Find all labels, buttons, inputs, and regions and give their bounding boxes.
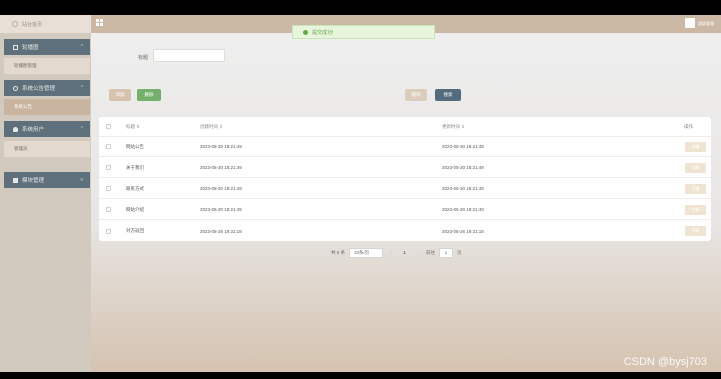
next-page-button[interactable]: › (413, 248, 422, 258)
home-link[interactable]: 站台首页 (0, 15, 91, 33)
chevron-up-icon: ^ (80, 44, 83, 50)
cell-updated: 2023-05-30 18:21:49 (442, 144, 484, 149)
add-button[interactable]: 添加 (109, 89, 131, 101)
row-checkbox[interactable] (106, 186, 111, 191)
cell-title: 网站公告 (126, 143, 144, 149)
cell-updated: 2023-05-30 18:21:49 (442, 165, 484, 170)
cell-title: 网站介绍 (126, 206, 144, 212)
detail-button[interactable]: 详情 (685, 226, 706, 236)
goto-page-input[interactable]: 1 (439, 247, 454, 258)
menu-toggle-icon[interactable] (96, 19, 103, 26)
batch-delete-button[interactable]: 删除 (405, 89, 427, 101)
cell-title: 联系方式 (126, 185, 144, 191)
table-row: 关于我们 2023-05-30 18:21:49 2023-05-30 18:2… (99, 158, 711, 178)
cell-created: 2023-05-30 18:21:49 (200, 165, 242, 170)
page-size-select[interactable]: 10条/页 (349, 247, 384, 258)
data-table: 标题 ⇕ 创建时间 ⇕ 更新时间 ⇕ 操作 网站公告 2023-05-30 18… (99, 117, 711, 241)
page-number-current[interactable]: 1 (400, 248, 409, 258)
chevron-up-icon: ^ (80, 126, 83, 132)
select-all-checkbox[interactable] (106, 124, 111, 129)
pagination: 共 5 条 10条/页 ‹ 1 › 前往 1 页 (331, 247, 462, 258)
table-row: 网站公告 2023-05-30 18:21:49 2023-05-30 18:2… (99, 137, 711, 157)
cell-updated: 2023-05-30 18:21:49 (442, 186, 484, 191)
sidebar-menu-notice-manage[interactable]: 系统公告管理 ^ (4, 80, 90, 96)
sidebar-menu-label: 系统用户 (22, 127, 45, 133)
row-checkbox[interactable] (106, 207, 111, 212)
sidebar-menu-label: 系统公告管理 (22, 86, 56, 92)
sidebar-menu-modules[interactable]: 模块管理 v (4, 172, 90, 188)
sidebar: 轮播图 ^ 轮播图管理 系统公告管理 ^ 系统公告 系统用户 ^ 管理员 模块管… (0, 33, 91, 372)
pagination-total: 共 5 条 (331, 249, 346, 255)
cell-title: 关于我们 (126, 164, 144, 170)
row-checkbox[interactable] (106, 165, 111, 170)
cell-updated: 2023-05-26 19:31:18 (442, 228, 484, 234)
sidebar-menu-users[interactable]: 系统用户 ^ (4, 121, 90, 137)
image-icon (13, 44, 18, 50)
cell-created: 2023-05-30 18:21:49 (200, 144, 242, 149)
watermark: CSDN @bysj703 (623, 356, 707, 368)
chevron-up-icon: ^ (80, 85, 83, 91)
toast-message: 提交成功! (312, 29, 334, 36)
search-label: 标题 (138, 55, 149, 61)
sidebar-menu-label: 模块管理 (22, 178, 45, 184)
user-icon (13, 126, 18, 132)
detail-button[interactable]: 详情 (685, 141, 706, 152)
cell-created: 2023-05-30 18:21:49 (200, 186, 242, 191)
table-row: 联系方式 2023-05-30 18:21:49 2023-05-30 18:2… (99, 179, 711, 199)
sidebar-menu-carousel[interactable]: 轮播图 ^ (4, 39, 90, 55)
username[interactable]: 超级管理 (698, 21, 714, 27)
detail-button[interactable]: 详情 (685, 162, 706, 173)
sidebar-item-notice[interactable]: 系统公告 (4, 99, 90, 115)
success-toast: 提交成功! (292, 25, 435, 39)
delete-button[interactable]: 删除 (137, 89, 161, 101)
sidebar-item-label: 管理员 (14, 146, 28, 151)
cell-created: 2023-05-26 19:31:18 (200, 228, 242, 234)
search-input[interactable] (153, 49, 225, 62)
table-header: 标题 ⇕ 创建时间 ⇕ 更新时间 ⇕ 操作 (99, 117, 711, 137)
sidebar-item-label: 轮播图管理 (14, 63, 37, 68)
sidebar-item-label: 系统公告 (14, 104, 32, 109)
sidebar-item-carousel-manage[interactable]: 轮播图管理 (4, 58, 90, 74)
grid-icon (13, 177, 18, 183)
clock-icon (13, 85, 18, 91)
column-header-title[interactable]: 标题 ⇕ (126, 124, 140, 130)
cell-created: 2023-05-30 18:21:49 (200, 207, 242, 212)
prev-page-button[interactable]: ‹ (387, 248, 396, 258)
main-content: 标题 添加 删除 删除 搜索 标题 ⇕ 创建时间 ⇕ 更新时间 ⇕ 操作 网站公… (91, 33, 721, 372)
table-row: 网站介绍 2023-05-30 18:21:49 2023-05-30 18:2… (99, 200, 711, 220)
row-checkbox[interactable] (106, 228, 111, 234)
check-icon (303, 29, 308, 35)
sidebar-menu-label: 轮播图 (22, 45, 39, 51)
row-checkbox[interactable] (106, 144, 111, 149)
table-row: 对方返回 2023-05-26 19:31:18 2023-05-26 19:3… (99, 221, 711, 241)
cell-updated: 2023-05-30 18:21:49 (442, 207, 484, 212)
detail-button[interactable]: 详情 (685, 204, 706, 215)
column-header-created[interactable]: 创建时间 ⇕ (200, 124, 223, 130)
avatar[interactable] (685, 18, 695, 28)
column-header-actions: 操作 (684, 123, 693, 129)
chevron-down-icon: v (80, 177, 84, 183)
column-header-updated[interactable]: 更新时间 ⇕ (442, 124, 465, 130)
bottom-bar (0, 372, 721, 379)
home-icon (12, 21, 18, 27)
sidebar-item-admin[interactable]: 管理员 (4, 141, 90, 157)
home-label: 站台首页 (22, 21, 43, 28)
page-suffix-label: 页 (457, 249, 462, 255)
app-window: 站台首页 超级管理 提交成功! 轮播图 ^ 轮播图管理 系统公告管理 ^ 系统公… (0, 15, 721, 372)
detail-button[interactable]: 详情 (685, 183, 706, 194)
cell-title: 对方返回 (126, 228, 144, 233)
goto-label: 前往 (426, 249, 436, 255)
search-button[interactable]: 搜索 (435, 89, 461, 101)
